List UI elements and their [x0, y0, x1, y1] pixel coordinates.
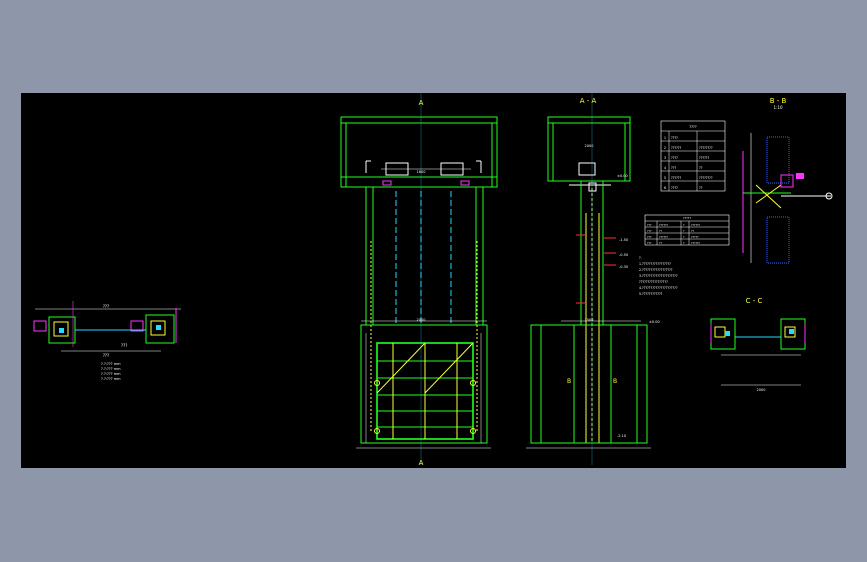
left-note-1: ?.?:??? mm: [101, 362, 121, 366]
t2-r1-c1: ???: [647, 223, 652, 227]
view-label-bb: B - B: [770, 97, 787, 105]
table-top-header: ????: [689, 125, 697, 129]
t1-r4-c3: ??: [699, 166, 703, 170]
elev-5: ±0.00: [649, 320, 660, 324]
note-2: 2.??????????????????: [639, 268, 673, 272]
t1-r4-c2: ???: [671, 166, 676, 170]
t2-r4-c4: ??????: [691, 241, 700, 245]
t2-r3-c4: ?????: [691, 235, 699, 239]
t2-r3-c1: ???: [647, 235, 652, 239]
elev-3: -0.50: [619, 253, 628, 257]
dim-aa-mid: 1500: [585, 318, 594, 322]
t2-r2-c3: ?: [683, 229, 685, 233]
t2-r1-c4: ??????: [691, 223, 700, 227]
drawing-viewport[interactable]: ??? ??? ??? ?.?:??? mm ?.?:??? mm ?.?:??…: [21, 93, 846, 468]
t1-r3-c3: ??????: [699, 156, 709, 160]
section-aa: [526, 93, 651, 465]
t2-r2-c1: ???: [647, 229, 652, 233]
t2-r2-c4: ??: [691, 229, 694, 233]
t1-r6-c1: 6: [664, 186, 666, 190]
t1-r5-c2: ??????: [671, 176, 681, 180]
table-top-rows: 1 ???? 2 ?????? ???????? 3 ???? ?????? 4…: [664, 136, 713, 190]
t1-r1-c1: 1: [664, 136, 666, 140]
cad-drawing: ??? ??? ??? ?.?:??? mm ?.?:??? mm ?.?:??…: [33, 93, 833, 467]
t1-r1-c2: ????: [671, 136, 678, 140]
cut-label-b-right: B: [613, 378, 617, 385]
left-note-3: ?.?:??? mm: [101, 372, 121, 376]
view-label-bb-scale: 1:10: [774, 105, 783, 110]
t2-r3-c3: ?: [683, 235, 685, 239]
note-6: 5.????????????: [639, 292, 663, 296]
table-mid-header: ?????: [683, 216, 691, 220]
t1-r5-c3: ????????: [699, 176, 713, 180]
left-note-title: ???: [121, 343, 127, 348]
t1-r2-c1: 2: [664, 146, 666, 150]
t2-r1-c2: ??????: [659, 223, 668, 227]
view-label-a-top: A: [419, 99, 424, 107]
t2-r2-c2: ??: [659, 229, 662, 233]
dim-cc: 2000: [757, 388, 766, 392]
t1-r4-c1: 4: [664, 166, 666, 170]
general-notes: ?. 1.????????????????? 2.???????????????…: [639, 256, 678, 296]
elev-6: -2.10: [617, 434, 626, 438]
t1-r2-c2: ??????: [671, 146, 681, 150]
elev-2: -1.50: [619, 238, 628, 242]
left-note-2: ?.?:??? mm: [101, 367, 121, 371]
elev-4: -0.30: [619, 265, 628, 269]
note-3: 3.?????????????????????: [639, 274, 678, 278]
t1-r6-c2: ????: [671, 186, 678, 190]
t2-r4-c2: ??: [659, 241, 662, 245]
view-label-cc: C - C: [746, 297, 763, 305]
main-elevation: [340, 93, 498, 465]
section-bb: [742, 133, 833, 264]
left-dim-top: ???: [103, 304, 109, 309]
note-5: 4.?????????????????????: [639, 286, 678, 290]
t2-r4-c3: ?: [683, 241, 685, 245]
t2-r1-c3: ?: [683, 223, 685, 227]
t1-r2-c3: ????????: [699, 146, 713, 150]
t1-r3-c2: ????: [671, 156, 678, 160]
table-mid-rows: ??? ?????? ? ?????? ??? ?? ? ?? ??? ????…: [647, 223, 700, 245]
t2-r3-c2: ??????: [659, 235, 668, 239]
note-1: 1.?????????????????: [639, 262, 671, 266]
t1-r6-c3: ??: [699, 186, 703, 190]
cut-label-b-left: B: [567, 378, 571, 385]
view-label-aa: A - A: [580, 97, 597, 105]
t1-r5-c1: 5: [664, 176, 666, 180]
dim-width: 2000: [417, 318, 426, 322]
note-4: ?????????????????: [639, 280, 668, 284]
dim-hoist: 1600: [417, 170, 426, 174]
note-0: ?.: [639, 256, 642, 260]
section-cc: [710, 318, 806, 386]
dim-aa-top: 2000: [585, 144, 594, 148]
left-dim-bottom: ???: [103, 353, 109, 358]
view-label-a-bottom: A: [419, 459, 424, 467]
left-note-4: ?.?:??? mm: [101, 377, 121, 381]
t1-r3-c1: 3: [664, 156, 666, 160]
t2-r4-c1: ???: [647, 241, 652, 245]
elev-1: ±0.00: [617, 174, 628, 178]
